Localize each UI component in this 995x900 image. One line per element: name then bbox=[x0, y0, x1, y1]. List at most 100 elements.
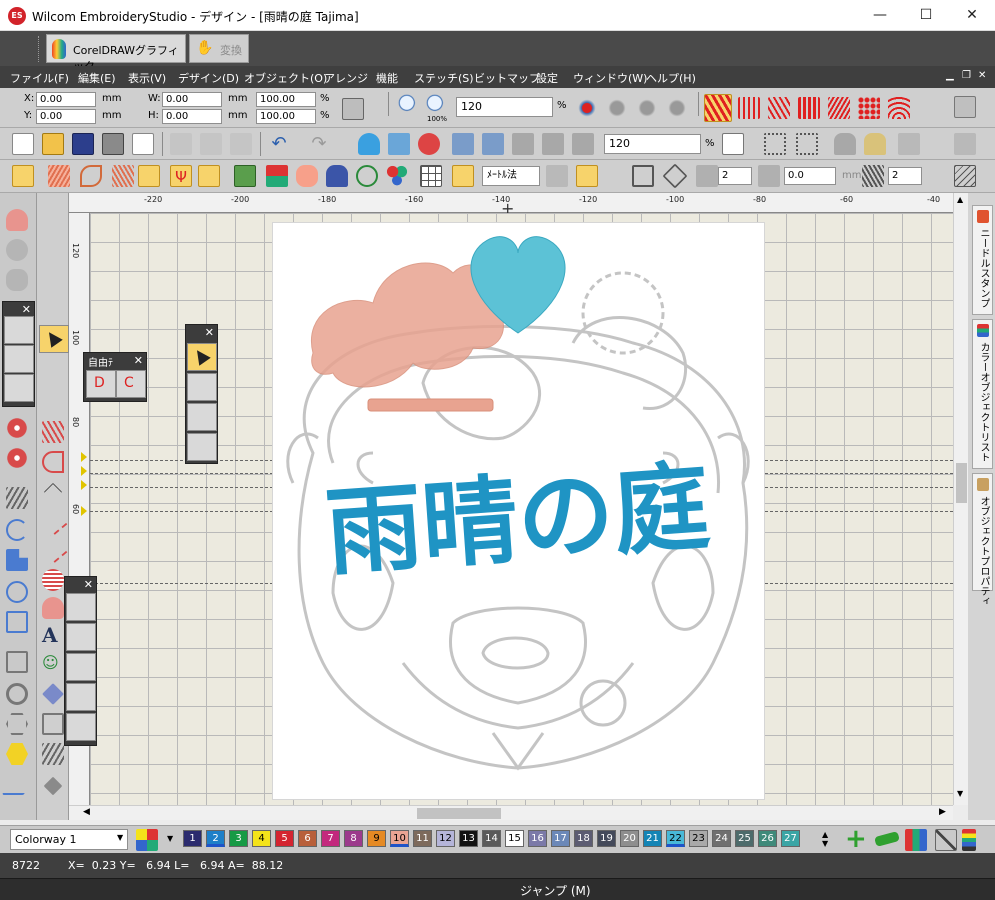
toolbar-grip[interactable] bbox=[38, 36, 40, 62]
mdi-minimize-button[interactable]: ▁ bbox=[946, 70, 954, 81]
vertical-scrollbar[interactable]: ▲ ▼ bbox=[953, 193, 968, 805]
palette-swatch-27[interactable]: 27 bbox=[781, 830, 800, 847]
grid-settings-icon[interactable] bbox=[722, 133, 744, 155]
width-percent-field[interactable]: 100.00 bbox=[256, 92, 316, 107]
guide-marker[interactable] bbox=[81, 452, 87, 462]
reshape-panel-close-icon[interactable]: ✕ bbox=[22, 303, 31, 316]
satin-fill-icon[interactable] bbox=[112, 165, 134, 187]
flower-tool-icon[interactable] bbox=[6, 417, 28, 439]
palette-swatch-19[interactable]: 19 bbox=[597, 830, 616, 847]
fish-icon[interactable] bbox=[198, 165, 220, 187]
palette-swatch-10[interactable]: 10 bbox=[390, 830, 409, 847]
hand-shape-icon[interactable] bbox=[296, 165, 318, 187]
menu-design[interactable]: デザイン(D) bbox=[178, 70, 239, 86]
mirror-icon[interactable] bbox=[954, 133, 976, 155]
height-percent-field[interactable]: 100.00 bbox=[256, 109, 316, 124]
palette-swatch-18[interactable]: 18 bbox=[574, 830, 593, 847]
menu-bitmap[interactable]: ビットマップ bbox=[474, 70, 540, 86]
units-combo[interactable]: ﾒｰﾄﾙ法 bbox=[482, 166, 540, 186]
free-reshape-panel-close-icon[interactable]: ✕ bbox=[134, 354, 143, 367]
palette-swatch-1[interactable]: 1 bbox=[183, 830, 202, 847]
palette-swatch-20[interactable]: 20 bbox=[620, 830, 639, 847]
tab-needle-stamp[interactable]: ニードルスタンプ bbox=[972, 205, 993, 315]
circle-stitch-icon[interactable] bbox=[6, 447, 28, 469]
zoom-out-icon[interactable] bbox=[666, 97, 688, 119]
coreldraw-graphics-button[interactable]: CorelDRAWグラフィック bbox=[46, 34, 186, 73]
select-pointer-button[interactable] bbox=[187, 343, 217, 371]
knife-icon[interactable] bbox=[1, 773, 33, 795]
outline-icon[interactable] bbox=[80, 165, 102, 187]
hoop-settings-icon[interactable] bbox=[954, 96, 976, 118]
stitch-type-tatami-icon[interactable] bbox=[798, 97, 820, 119]
print-icon[interactable] bbox=[102, 133, 124, 155]
palette-swatch-3[interactable]: 3 bbox=[229, 830, 248, 847]
minimize-button[interactable]: — bbox=[857, 0, 903, 31]
leaf-shape-icon[interactable] bbox=[12, 165, 34, 187]
bitmap-icon[interactable] bbox=[234, 165, 256, 187]
shirt-icon[interactable] bbox=[326, 165, 348, 187]
monogram-diamond-icon[interactable] bbox=[42, 683, 64, 705]
stitch-type-run-icon[interactable] bbox=[738, 97, 760, 119]
stitch-player-icon[interactable] bbox=[358, 133, 380, 155]
outline-d-icon[interactable] bbox=[42, 451, 64, 473]
palette-swatch-17[interactable]: 17 bbox=[551, 830, 570, 847]
x-field[interactable]: 0.00 bbox=[36, 92, 96, 107]
polygon-tool-icon[interactable] bbox=[6, 549, 28, 571]
palette-swatch-2[interactable]: 2 bbox=[206, 830, 225, 847]
chevron-down-icon[interactable]: ▼ bbox=[117, 833, 123, 842]
unlock-icon[interactable] bbox=[864, 133, 886, 155]
satin-line-icon[interactable] bbox=[42, 421, 64, 443]
new-file-icon[interactable] bbox=[12, 133, 34, 155]
shapes-icon[interactable] bbox=[266, 165, 288, 187]
palette-swatch-11[interactable]: 11 bbox=[413, 830, 432, 847]
height-spacing-icon[interactable] bbox=[758, 165, 780, 187]
open-folder-icon[interactable] bbox=[42, 133, 64, 155]
stitch-tools-panel-close-icon[interactable]: ✕ bbox=[84, 578, 93, 591]
save-icon[interactable] bbox=[72, 133, 94, 155]
group-icon[interactable] bbox=[764, 133, 786, 155]
stitch-type-fill-icon[interactable] bbox=[828, 97, 850, 119]
palette-swatch-4[interactable]: 4 bbox=[252, 830, 271, 847]
lettering-icon[interactable]: A bbox=[42, 623, 58, 647]
cutwork-tool-icon[interactable] bbox=[6, 239, 28, 261]
horizontal-scrollbar[interactable]: ◀ ▶ bbox=[69, 805, 953, 820]
palette-swatch-24[interactable]: 24 bbox=[712, 830, 731, 847]
palette-swatch-16[interactable]: 16 bbox=[528, 830, 547, 847]
menu-stitch[interactable]: ステッチ(S) bbox=[414, 70, 474, 86]
design-lettering[interactable]: 雨晴の庭 bbox=[322, 451, 713, 590]
applique-tool-icon[interactable] bbox=[6, 209, 28, 231]
palette-swatch-8[interactable]: 8 bbox=[344, 830, 363, 847]
hatch-icon[interactable] bbox=[42, 743, 64, 765]
zoom-combo-secondary[interactable]: 120 bbox=[604, 134, 701, 154]
spacing-field-2[interactable]: 0.0 bbox=[784, 167, 836, 185]
reshape-curve-button[interactable] bbox=[4, 345, 34, 373]
menu-view[interactable]: 表示(V) bbox=[128, 70, 166, 86]
palette-chevron-icon[interactable]: ▼ bbox=[167, 834, 173, 843]
menu-help[interactable]: ヘルプ(H) bbox=[646, 70, 696, 86]
hexagon-icon[interactable] bbox=[6, 713, 28, 735]
convert-button[interactable]: ✋ 変換 bbox=[189, 34, 249, 63]
zoom-combo[interactable]: 120 bbox=[456, 97, 553, 117]
fill-holes-icon[interactable] bbox=[6, 651, 28, 673]
stamp-icon[interactable] bbox=[43, 776, 63, 796]
vertical-scroll-thumb[interactable] bbox=[956, 463, 967, 503]
undo-icon[interactable]: ↶ bbox=[268, 133, 290, 155]
color-sequence-icon[interactable] bbox=[962, 829, 976, 851]
palette-swatch-7[interactable]: 7 bbox=[321, 830, 340, 847]
scroll-right-icon[interactable]: ▶ bbox=[939, 807, 946, 817]
free-reshape-button[interactable]: D bbox=[86, 370, 116, 398]
ruler-grid-icon[interactable] bbox=[452, 165, 474, 187]
pan-icon[interactable] bbox=[636, 97, 658, 119]
hexagon-fill-icon[interactable] bbox=[6, 743, 28, 765]
guide-marker[interactable] bbox=[81, 466, 87, 476]
maximize-button[interactable]: ☐ bbox=[903, 0, 949, 31]
reshape-object-icon[interactable] bbox=[42, 357, 64, 379]
run-stitch-tool-icon[interactable] bbox=[6, 487, 28, 509]
rectangle-tool-icon[interactable] bbox=[6, 611, 28, 633]
select-by-color-button[interactable] bbox=[187, 373, 217, 401]
import-icon[interactable] bbox=[388, 133, 410, 155]
select-object-button[interactable] bbox=[39, 325, 69, 353]
ungroup-icon[interactable] bbox=[796, 133, 818, 155]
select-tools-panel-close-icon[interactable]: ✕ bbox=[205, 326, 214, 339]
applique-icon[interactable] bbox=[386, 165, 408, 187]
